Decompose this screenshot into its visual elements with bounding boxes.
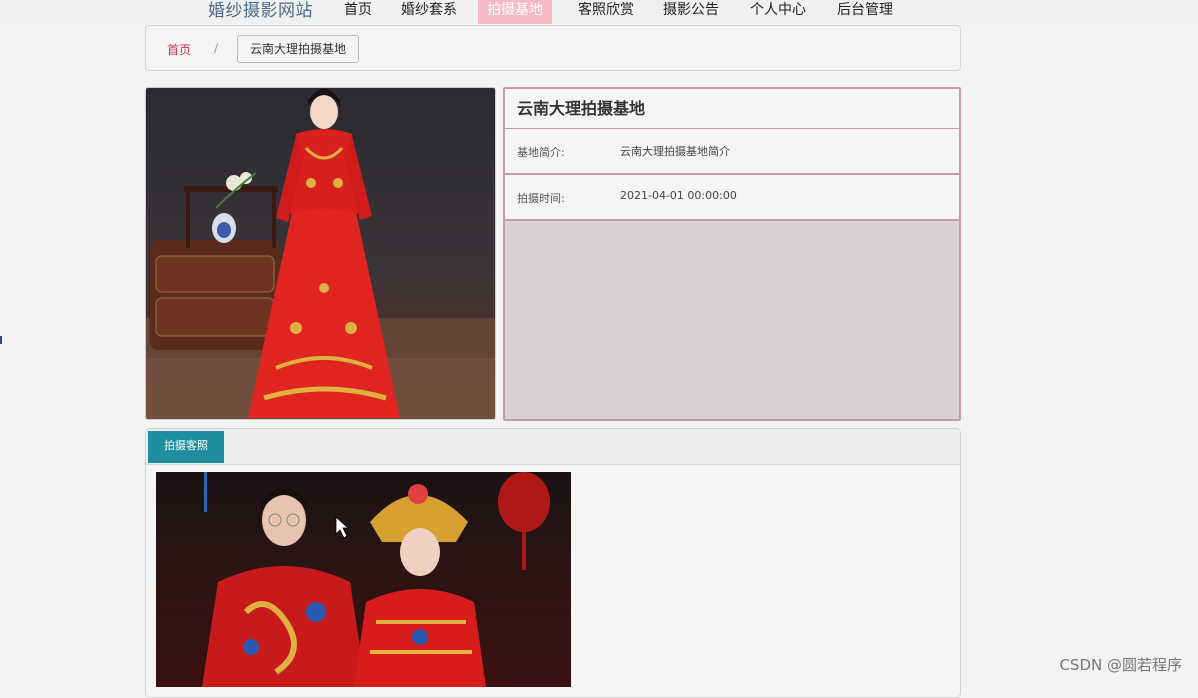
intro-value: 云南大理拍摄基地简介 [620,145,730,158]
base-title: 云南大理拍摄基地 [505,89,959,129]
tab-customer-photos[interactable]: 拍摄客照 [148,431,224,463]
info-row-time: 拍摄时间: 2021-04-01 00:00:00 [505,175,959,221]
intro-label: 基地简介: [517,146,565,159]
top-navbar: 婚纱摄影网站 首页 婚纱套系 拍摄基地 客照欣赏 摄影公告 个人中心 后台管理 [0,0,1198,24]
breadcrumb-home-link[interactable]: 首页 [167,41,191,58]
nav-item-packages[interactable]: 婚纱套系 [392,0,466,24]
nav-item-admin[interactable]: 后台管理 [828,0,902,24]
breadcrumb: 首页 / 云南大理拍摄基地 [145,25,961,71]
bride-photo-illustration [146,89,495,419]
nav-item-gallery[interactable]: 客照欣赏 [569,0,643,24]
customer-photo[interactable] [156,472,571,687]
watermark: CSDN @圆若程序 [1059,656,1182,674]
time-value: 2021-04-01 00:00:00 [620,189,737,202]
tab-bar: 拍摄客照 [146,429,960,465]
nav-item-bases[interactable]: 拍摄基地 [478,0,552,24]
nav-item-notices[interactable]: 摄影公告 [654,0,728,24]
info-row-intro: 基地简介: 云南大理拍摄基地简介 [505,129,959,175]
time-label: 拍摄时间: [517,192,565,205]
edge-marker [0,336,2,344]
breadcrumb-current: 云南大理拍摄基地 [237,35,360,63]
nav-item-home[interactable]: 首页 [335,0,381,24]
base-main-photo [145,87,496,420]
nav-item-profile[interactable]: 个人中心 [741,0,815,24]
couple-photo-illustration [202,472,550,687]
base-info-panel: 云南大理拍摄基地 基地简介: 云南大理拍摄基地简介 拍摄时间: 2021-04-… [503,87,961,421]
breadcrumb-separator: / [214,41,219,55]
site-brand[interactable]: 婚纱摄影网站 [208,0,313,21]
